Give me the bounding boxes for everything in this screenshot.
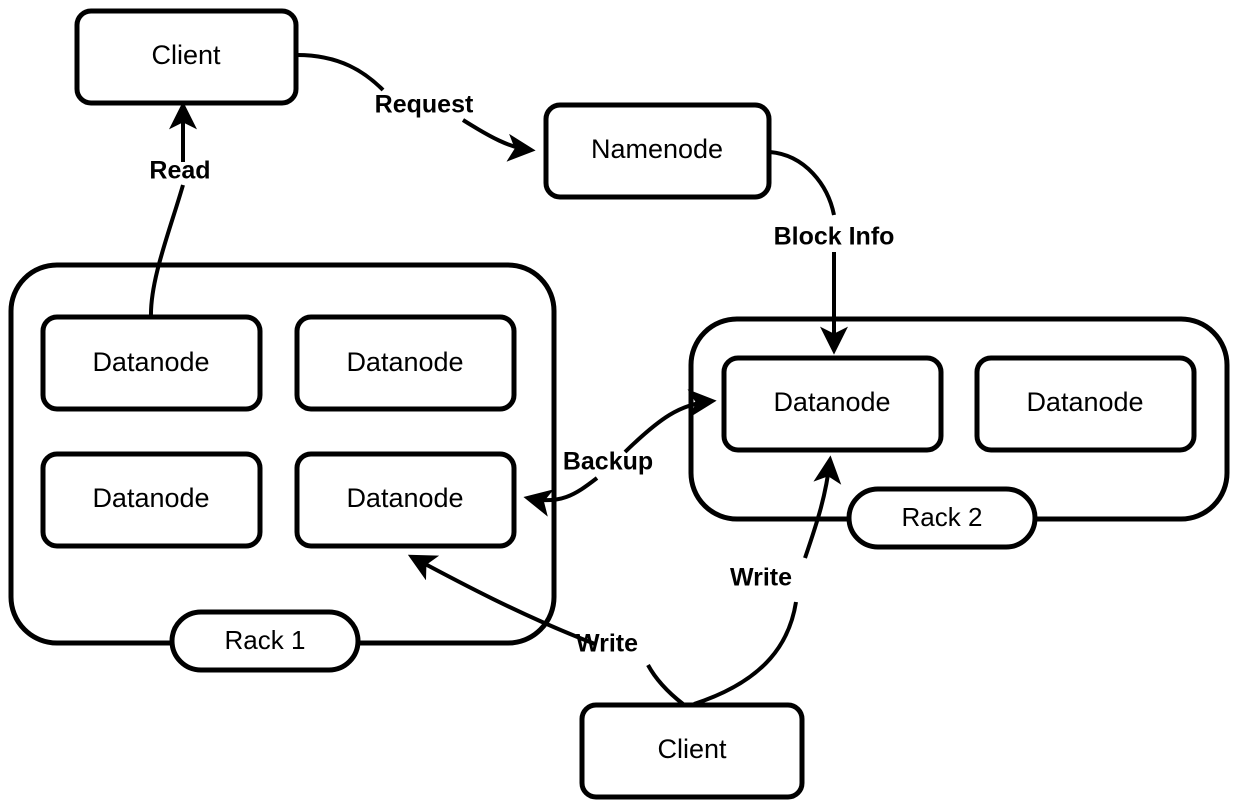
- rack2-datanode-2-label: Datanode: [1026, 387, 1143, 417]
- client-bottom-group[interactable]: Client: [579, 702, 805, 800]
- edge-block-info-label: Block Info: [774, 223, 895, 251]
- edge-write-right-label: Write: [730, 564, 792, 592]
- namenode-group[interactable]: Namenode: [543, 102, 772, 200]
- edge-write-left: Write: [407, 554, 685, 706]
- rack-1-label-group[interactable]: Rack 1: [169, 609, 361, 673]
- edge-request-head: [461, 118, 536, 162]
- edge-write-right: Write: [693, 455, 842, 706]
- hdfs-architecture-diagram: Datanode Datanode Datanode Datanode Data…: [8, 8, 1230, 800]
- edge-read-label: Read: [149, 157, 210, 185]
- edge-read-tail: [148, 184, 185, 318]
- edge-write-right-head: [803, 455, 842, 559]
- edge-backup-left-head: [523, 476, 599, 517]
- edge-request-label: Request: [375, 91, 474, 119]
- client-top-group[interactable]: Client: [74, 8, 299, 106]
- edge-request-tail: [296, 53, 385, 92]
- edge-write-right-tail: [693, 601, 798, 706]
- rack-1-label: Rack 1: [225, 625, 306, 655]
- diagram-canvas: Datanode Datanode Datanode Datanode Data…: [0, 0, 1240, 811]
- namenode-label: Namenode: [591, 134, 723, 164]
- edge-block-info-tail: [769, 150, 836, 216]
- rack2-datanode-1-label: Datanode: [773, 387, 890, 417]
- rack1-datanode-2-label: Datanode: [346, 347, 463, 377]
- rack-2-label-group[interactable]: Rack 2: [846, 486, 1038, 550]
- edge-request: Request: [296, 53, 536, 162]
- rack-2-label: Rack 2: [902, 502, 983, 532]
- edge-write-left-head: [407, 554, 596, 646]
- rack1-datanode-3-label: Datanode: [92, 483, 209, 513]
- rack1-datanode-1-label: Datanode: [92, 347, 209, 377]
- edge-write-left-label: Write: [576, 630, 638, 658]
- edge-read: Read: [148, 101, 211, 318]
- rack1-datanode-4-label: Datanode: [346, 483, 463, 513]
- edge-backup-right-head: [623, 389, 717, 454]
- edge-write-left-tail: [646, 664, 685, 706]
- rack-1-group[interactable]: Datanode Datanode Datanode Datanode: [8, 262, 557, 646]
- client-bottom-label: Client: [657, 734, 727, 764]
- client-top-label: Client: [151, 40, 221, 70]
- edge-backup-label: Backup: [563, 448, 653, 476]
